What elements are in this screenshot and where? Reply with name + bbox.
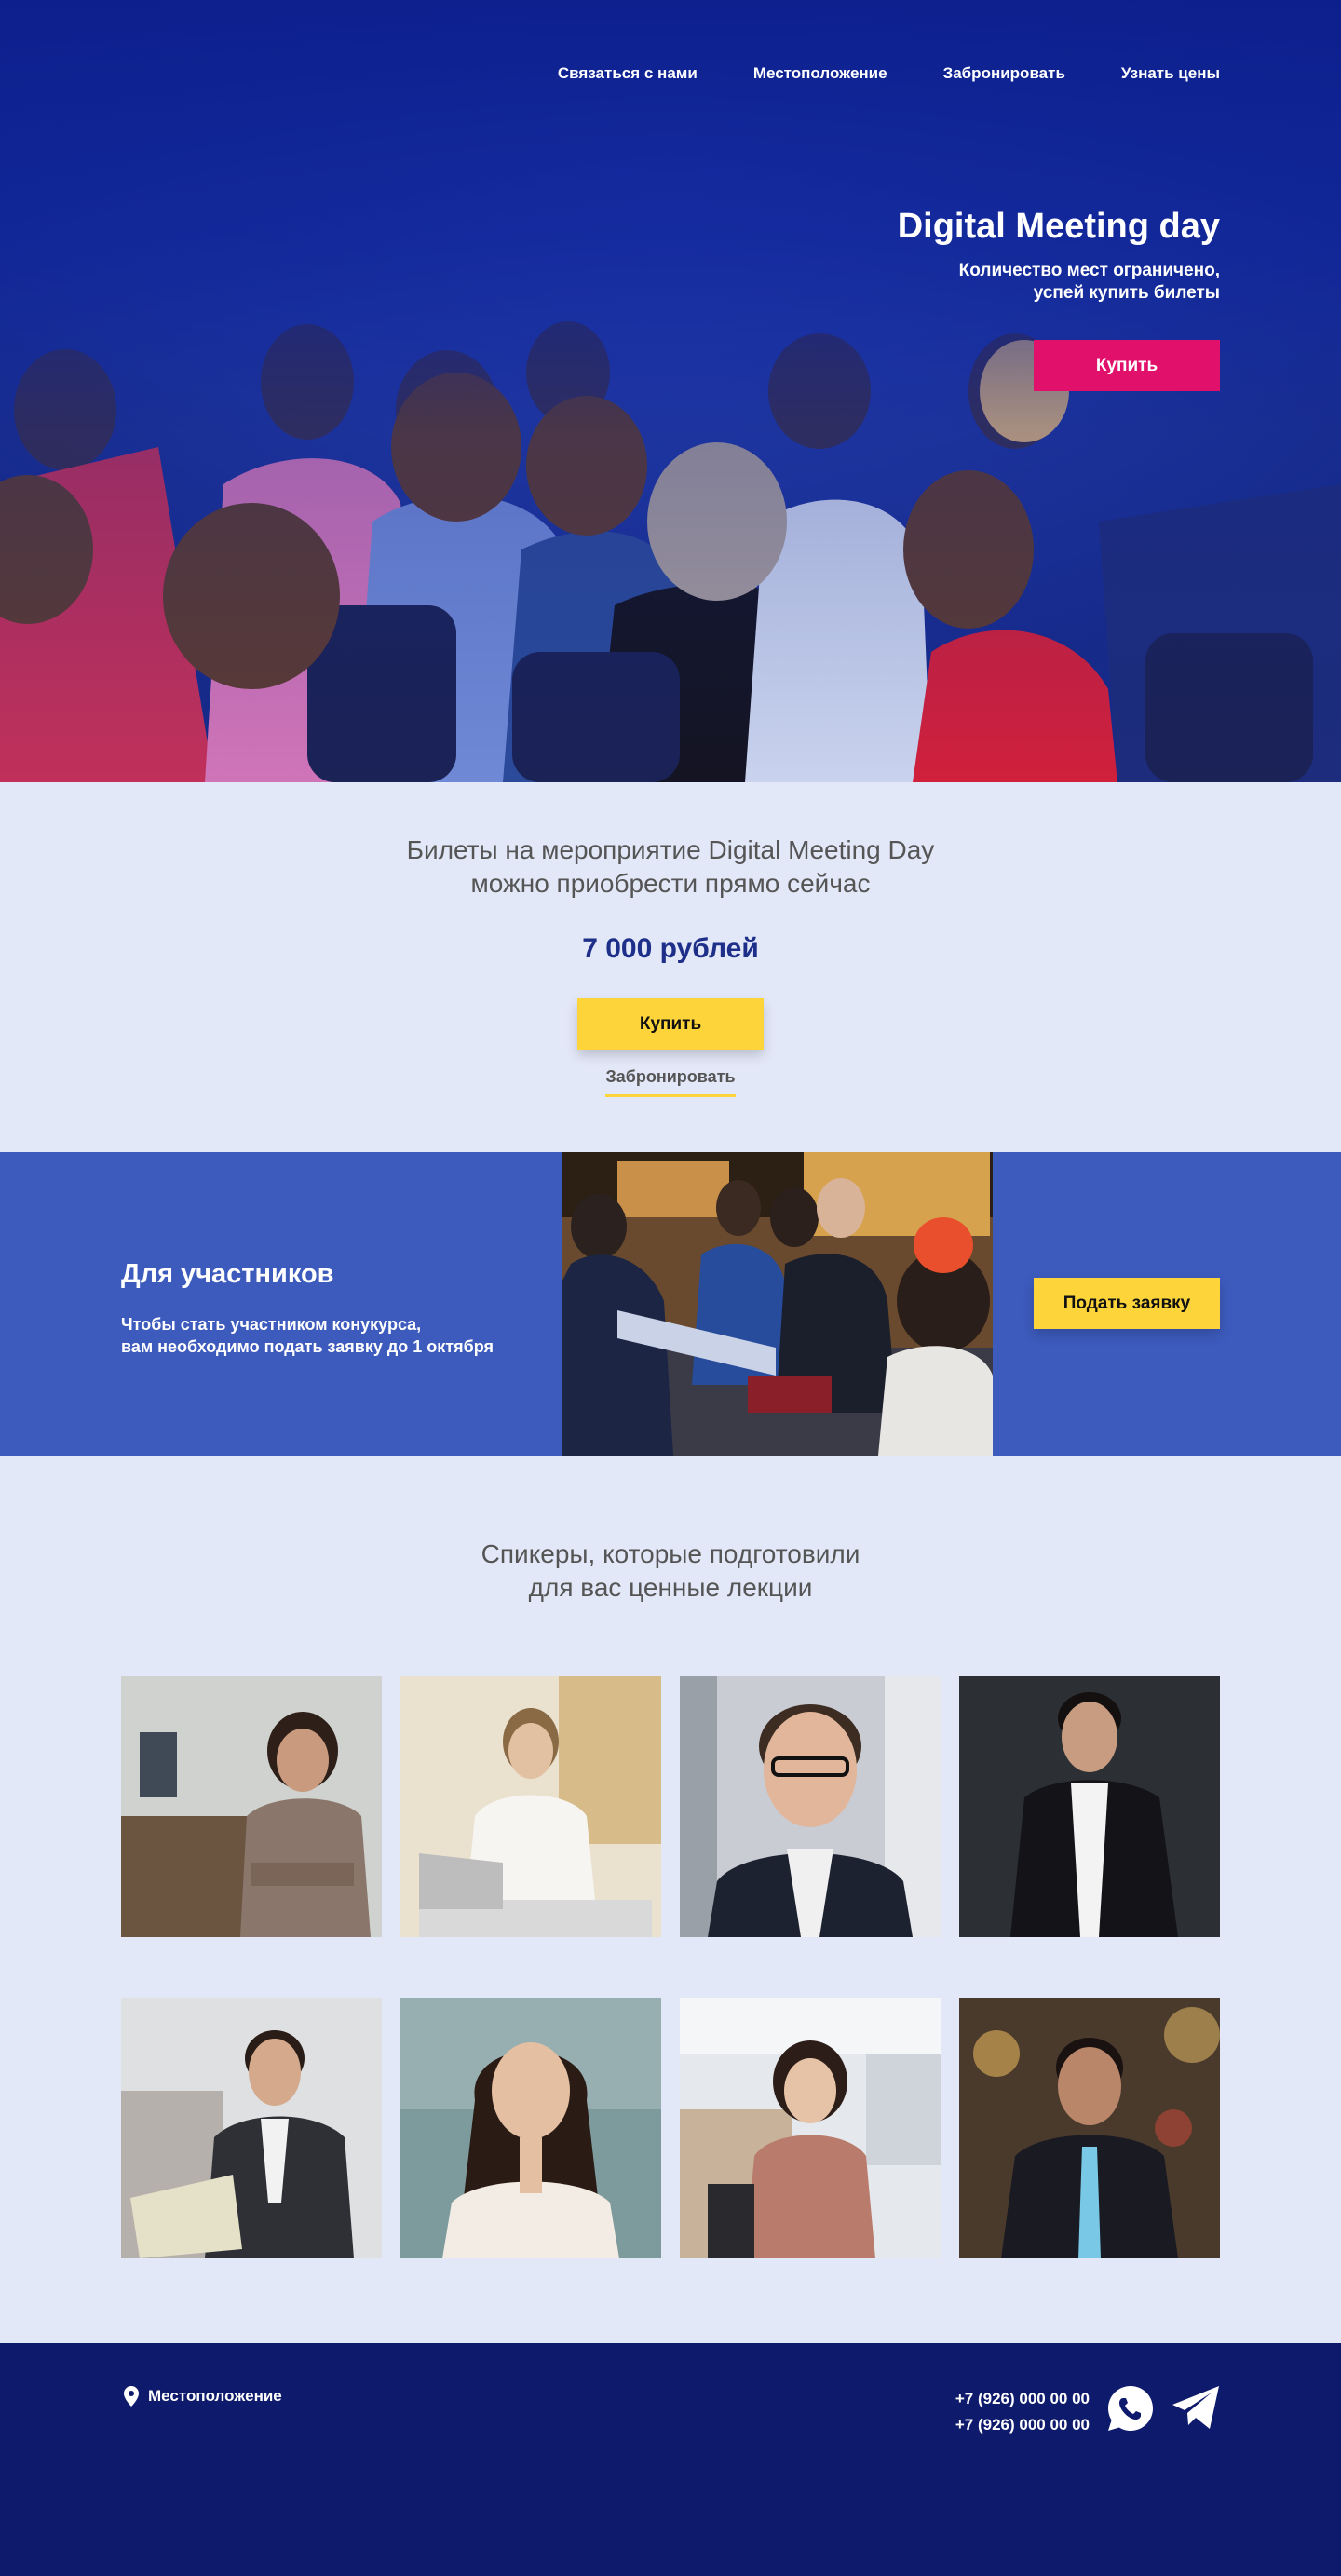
hero-subtitle: Количество мест ограничено, успей купить… [959, 260, 1220, 305]
speakers-section: Спикеры, которые подготовили для вас цен… [0, 1456, 1341, 2343]
speakers-title-line2: для вас ценные лекции [528, 1573, 813, 1602]
tickets-text-line1: Билеты на мероприятие Digital Meeting Da… [406, 835, 935, 864]
participants-text-line1: Чтобы стать участником конукурса, [121, 1315, 422, 1334]
participants-text-line2: вам необходимо подать заявку до 1 октябр… [121, 1337, 494, 1356]
tickets-text: Билеты на мероприятие Digital Meeting Da… [0, 834, 1341, 901]
nav-location[interactable]: Местоположение [753, 64, 887, 83]
hero-buy-button[interactable]: Купить [1034, 340, 1220, 391]
tickets-text-line2: можно приобрести прямо сейчас [470, 869, 871, 898]
speaker-photo-4[interactable] [959, 1676, 1220, 1937]
participants-section: Для участников Чтобы стать участником ко… [0, 1152, 1341, 1456]
main-nav: Связаться с нами Местоположение Забронир… [558, 64, 1220, 83]
footer-location[interactable]: Местоположение [124, 2386, 282, 2407]
hero-subtitle-line2: успей купить билеты [1033, 283, 1220, 303]
speaker-photo-8[interactable] [959, 1998, 1220, 2258]
phone-2[interactable]: +7 (926) 000 00 00 [955, 2412, 1090, 2438]
hero-section: Связаться с нами Местоположение Забронир… [0, 0, 1341, 782]
reserve-link-wrap: Забронировать [0, 1067, 1341, 1097]
nav-contact[interactable]: Связаться с нами [558, 64, 698, 83]
location-pin-icon [124, 2386, 139, 2407]
speaker-photo-5[interactable] [121, 1998, 382, 2258]
footer: Местоположение +7 (926) 000 00 00 +7 (92… [0, 2343, 1341, 2576]
speaker-photo-1[interactable] [121, 1676, 382, 1937]
hero-title: Digital Meeting day [897, 207, 1220, 246]
hero-overlay [0, 0, 1341, 782]
tickets-buy-button[interactable]: Купить [577, 998, 764, 1050]
phone-1[interactable]: +7 (926) 000 00 00 [955, 2386, 1090, 2412]
footer-phones: +7 (926) 000 00 00 +7 (926) 000 00 00 [955, 2386, 1090, 2438]
nav-reserve[interactable]: Забронировать [943, 64, 1065, 83]
participants-title: Для участников [121, 1259, 334, 1289]
tickets-section: Билеты на мероприятие Digital Meeting Da… [0, 782, 1341, 1152]
participants-photo [562, 1152, 993, 1456]
telegram-icon[interactable] [1171, 2384, 1221, 2431]
nav-prices[interactable]: Узнать цены [1121, 64, 1220, 83]
footer-location-label: Местоположение [148, 2387, 282, 2405]
apply-button[interactable]: Подать заявку [1034, 1278, 1220, 1329]
whatsapp-icon[interactable] [1105, 2383, 1156, 2434]
ticket-price: 7 000 рублей [582, 933, 759, 964]
speaker-photo-7[interactable] [680, 1998, 941, 2258]
participants-text: Чтобы стать участником конукурса, вам не… [121, 1313, 494, 1358]
speaker-photo-3[interactable] [680, 1676, 941, 1937]
speaker-photo-6[interactable] [400, 1998, 661, 2258]
reserve-link[interactable]: Забронировать [605, 1067, 736, 1097]
hero-subtitle-line1: Количество мест ограничено, [958, 261, 1220, 280]
speakers-title: Спикеры, которые подготовили для вас цен… [0, 1538, 1341, 1605]
speakers-title-line1: Спикеры, которые подготовили [481, 1539, 860, 1568]
speaker-photo-2[interactable] [400, 1676, 661, 1937]
